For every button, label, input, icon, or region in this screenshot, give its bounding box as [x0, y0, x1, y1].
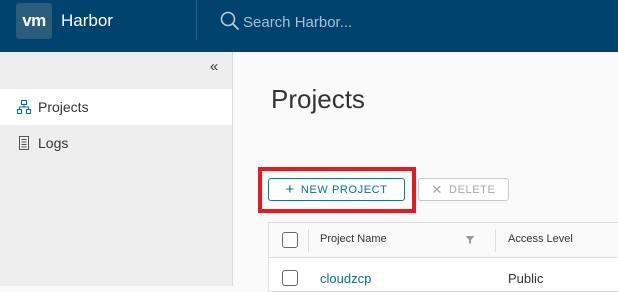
- table-header: Project Name Access Level: [269, 223, 618, 258]
- new-project-button[interactable]: + NEW PROJECT: [268, 178, 405, 201]
- vmware-logo[interactable]: vm: [16, 3, 52, 39]
- app-brand[interactable]: Harbor: [61, 11, 113, 31]
- column-divider: [495, 229, 496, 252]
- main-content: Projects + NEW PROJECT ✕ DELETE Project …: [233, 52, 618, 292]
- close-icon: ✕: [431, 182, 444, 197]
- delete-button[interactable]: ✕ DELETE: [418, 178, 509, 201]
- projects-icon: [17, 100, 31, 114]
- sidebar-item-projects[interactable]: Projects: [0, 89, 232, 125]
- header-divider: [196, 0, 197, 40]
- search-icon: [220, 11, 239, 30]
- row-checkbox[interactable]: [282, 270, 298, 286]
- access-level-cell: Public: [508, 271, 544, 286]
- column-header-project-name[interactable]: Project Name: [320, 233, 387, 245]
- page-title: Projects: [271, 84, 365, 114]
- sidebar-item-label: Logs: [38, 135, 69, 151]
- delete-label: DELETE: [449, 183, 496, 196]
- sidebar-item-logs[interactable]: Logs: [0, 125, 232, 161]
- search-input[interactable]: [243, 10, 603, 34]
- sidebar-item-label: Projects: [38, 99, 89, 115]
- top-header: vm Harbor: [0, 0, 618, 52]
- column-header-access-level[interactable]: Access Level: [508, 233, 573, 245]
- collapse-sidebar-icon[interactable]: «: [205, 58, 223, 76]
- select-all-checkbox[interactable]: [282, 232, 298, 248]
- new-project-label: NEW PROJECT: [300, 183, 388, 196]
- projects-table: Project Name Access Level cloudzcp Publi…: [268, 222, 618, 292]
- project-name-link[interactable]: cloudzcp: [320, 271, 371, 286]
- sidebar: « Projects Logs: [0, 52, 233, 286]
- plus-icon: +: [285, 181, 295, 198]
- logs-icon: [19, 136, 29, 150]
- filter-icon[interactable]: [465, 235, 475, 245]
- column-divider: [308, 229, 309, 252]
